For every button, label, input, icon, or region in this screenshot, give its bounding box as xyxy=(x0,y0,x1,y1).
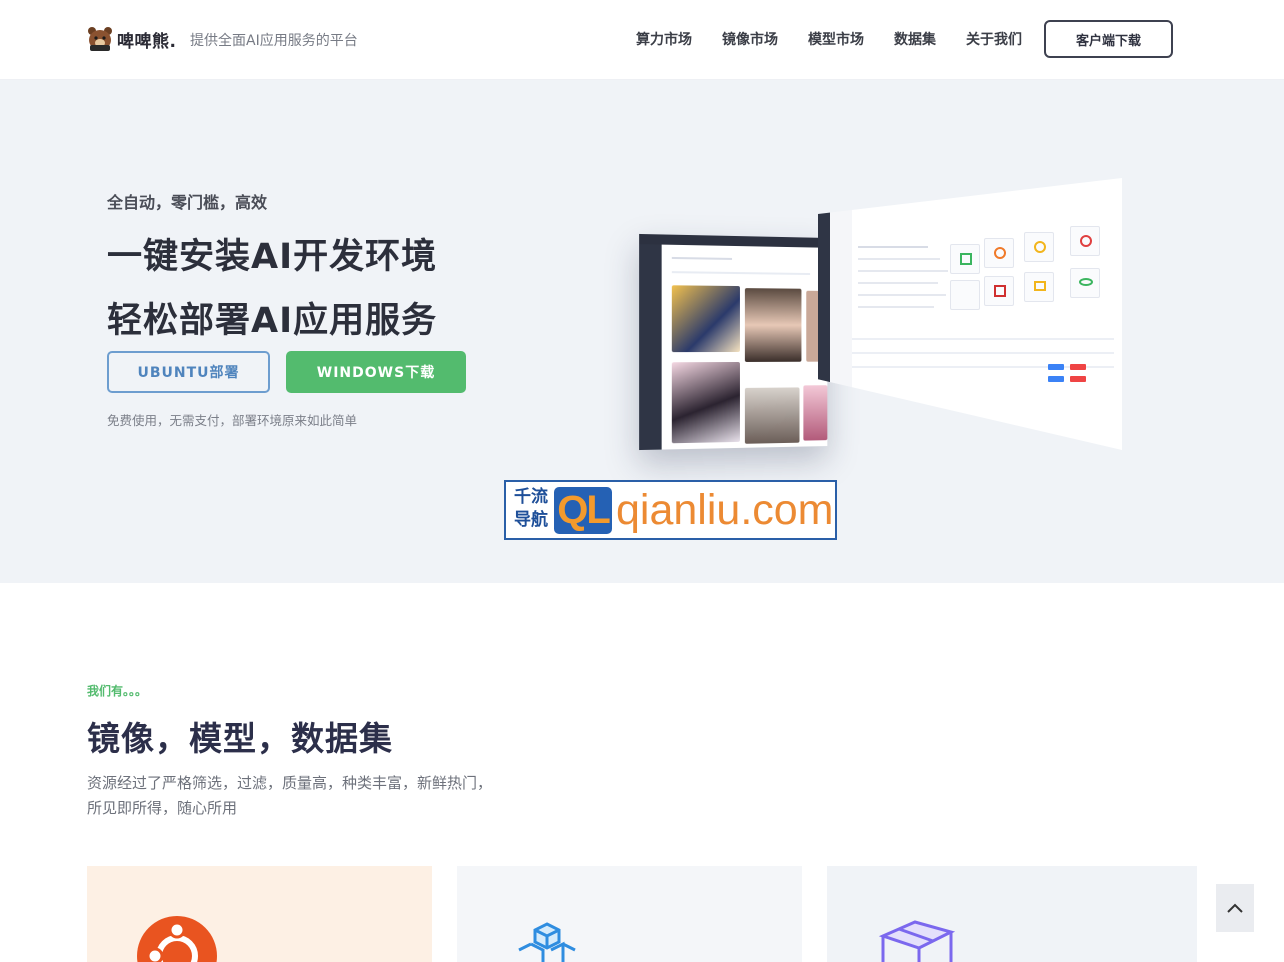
badge-cn-line1: 千流 xyxy=(514,487,548,507)
brand-tagline: 提供全面AI应用服务的平台 xyxy=(190,33,358,49)
chevron-up-icon xyxy=(1227,903,1243,913)
preview-portrait-thumb xyxy=(744,387,800,444)
preview-sidebar xyxy=(639,244,662,451)
nav-item-model-market[interactable]: 模型市场 xyxy=(808,29,864,49)
badge-ql-logo: QL xyxy=(554,487,612,534)
preview-artwork-thumb xyxy=(803,385,828,441)
hero-title-line1: 一键安装AI开发环境 xyxy=(107,237,438,277)
app-preview-gallery xyxy=(639,233,828,451)
badge-domain: qianliu.com xyxy=(616,486,834,534)
windows-download-button[interactable]: WINDOWS下载 xyxy=(286,351,466,393)
preview-action-tile xyxy=(984,276,1014,306)
box-icon xyxy=(878,920,956,962)
qianliu-badge[interactable]: 千流 导航 QL qianliu.com xyxy=(504,480,837,540)
preview-action-tile xyxy=(1070,268,1100,298)
section-kicker: 我们有。。。 xyxy=(87,684,148,698)
preview-artwork-thumb xyxy=(671,285,740,353)
site-header: 啤啤熊. 提供全面AI应用服务的平台 算力市场 镜像市场 模型市场 数据集 关于… xyxy=(0,0,1284,80)
preview-action-tile xyxy=(950,280,980,310)
preview-action-tile xyxy=(1024,272,1054,302)
badge-cn-line2: 导航 xyxy=(514,510,548,530)
preview-action-tile xyxy=(1024,232,1054,262)
nav-item-datasets[interactable]: 数据集 xyxy=(894,29,936,49)
bear-logo-icon xyxy=(88,27,112,51)
cubes-icon xyxy=(518,922,576,962)
preview-action-tile xyxy=(1070,226,1100,256)
hero-title-line2: 轻松部署AI应用服务 xyxy=(107,301,438,341)
section-desc-line2: 所见即所得，随心所用 xyxy=(87,799,238,817)
ubuntu-deploy-button[interactable]: UBUNTU部署 xyxy=(107,351,270,393)
hero-kicker: 全自动，零门槛，高效 xyxy=(107,193,268,212)
nav-item-compute-market[interactable]: 算力市场 xyxy=(636,29,692,49)
section-desc-line1: 资源经过了严格筛选，过滤，质量高，种类丰富，新鲜热门， xyxy=(87,774,493,792)
preview-artwork-thumb xyxy=(671,361,740,444)
nav-item-image-market[interactable]: 镜像市场 xyxy=(722,29,778,49)
badge-chinese-text: 千流 导航 xyxy=(509,486,553,532)
hero-note: 免费使用，无需支付，部署环境原来如此简单 xyxy=(107,413,358,428)
ubuntu-icon xyxy=(137,916,217,962)
client-download-button[interactable]: 客户端下载 xyxy=(1044,20,1173,58)
card-models[interactable] xyxy=(457,866,802,962)
nav-item-about-us[interactable]: 关于我们 xyxy=(966,29,1022,49)
preview-portrait-thumb xyxy=(744,288,802,362)
preview-action-tile xyxy=(950,244,980,274)
card-images[interactable] xyxy=(87,866,432,962)
back-to-top-button[interactable] xyxy=(1216,884,1254,932)
preview-action-tile xyxy=(984,238,1014,268)
card-datasets[interactable] xyxy=(827,866,1197,962)
section-title: 镜像，模型，数据集 xyxy=(87,719,393,758)
brand-name: 啤啤熊. xyxy=(117,31,177,52)
brand-logo[interactable]: 啤啤熊. xyxy=(87,24,176,54)
